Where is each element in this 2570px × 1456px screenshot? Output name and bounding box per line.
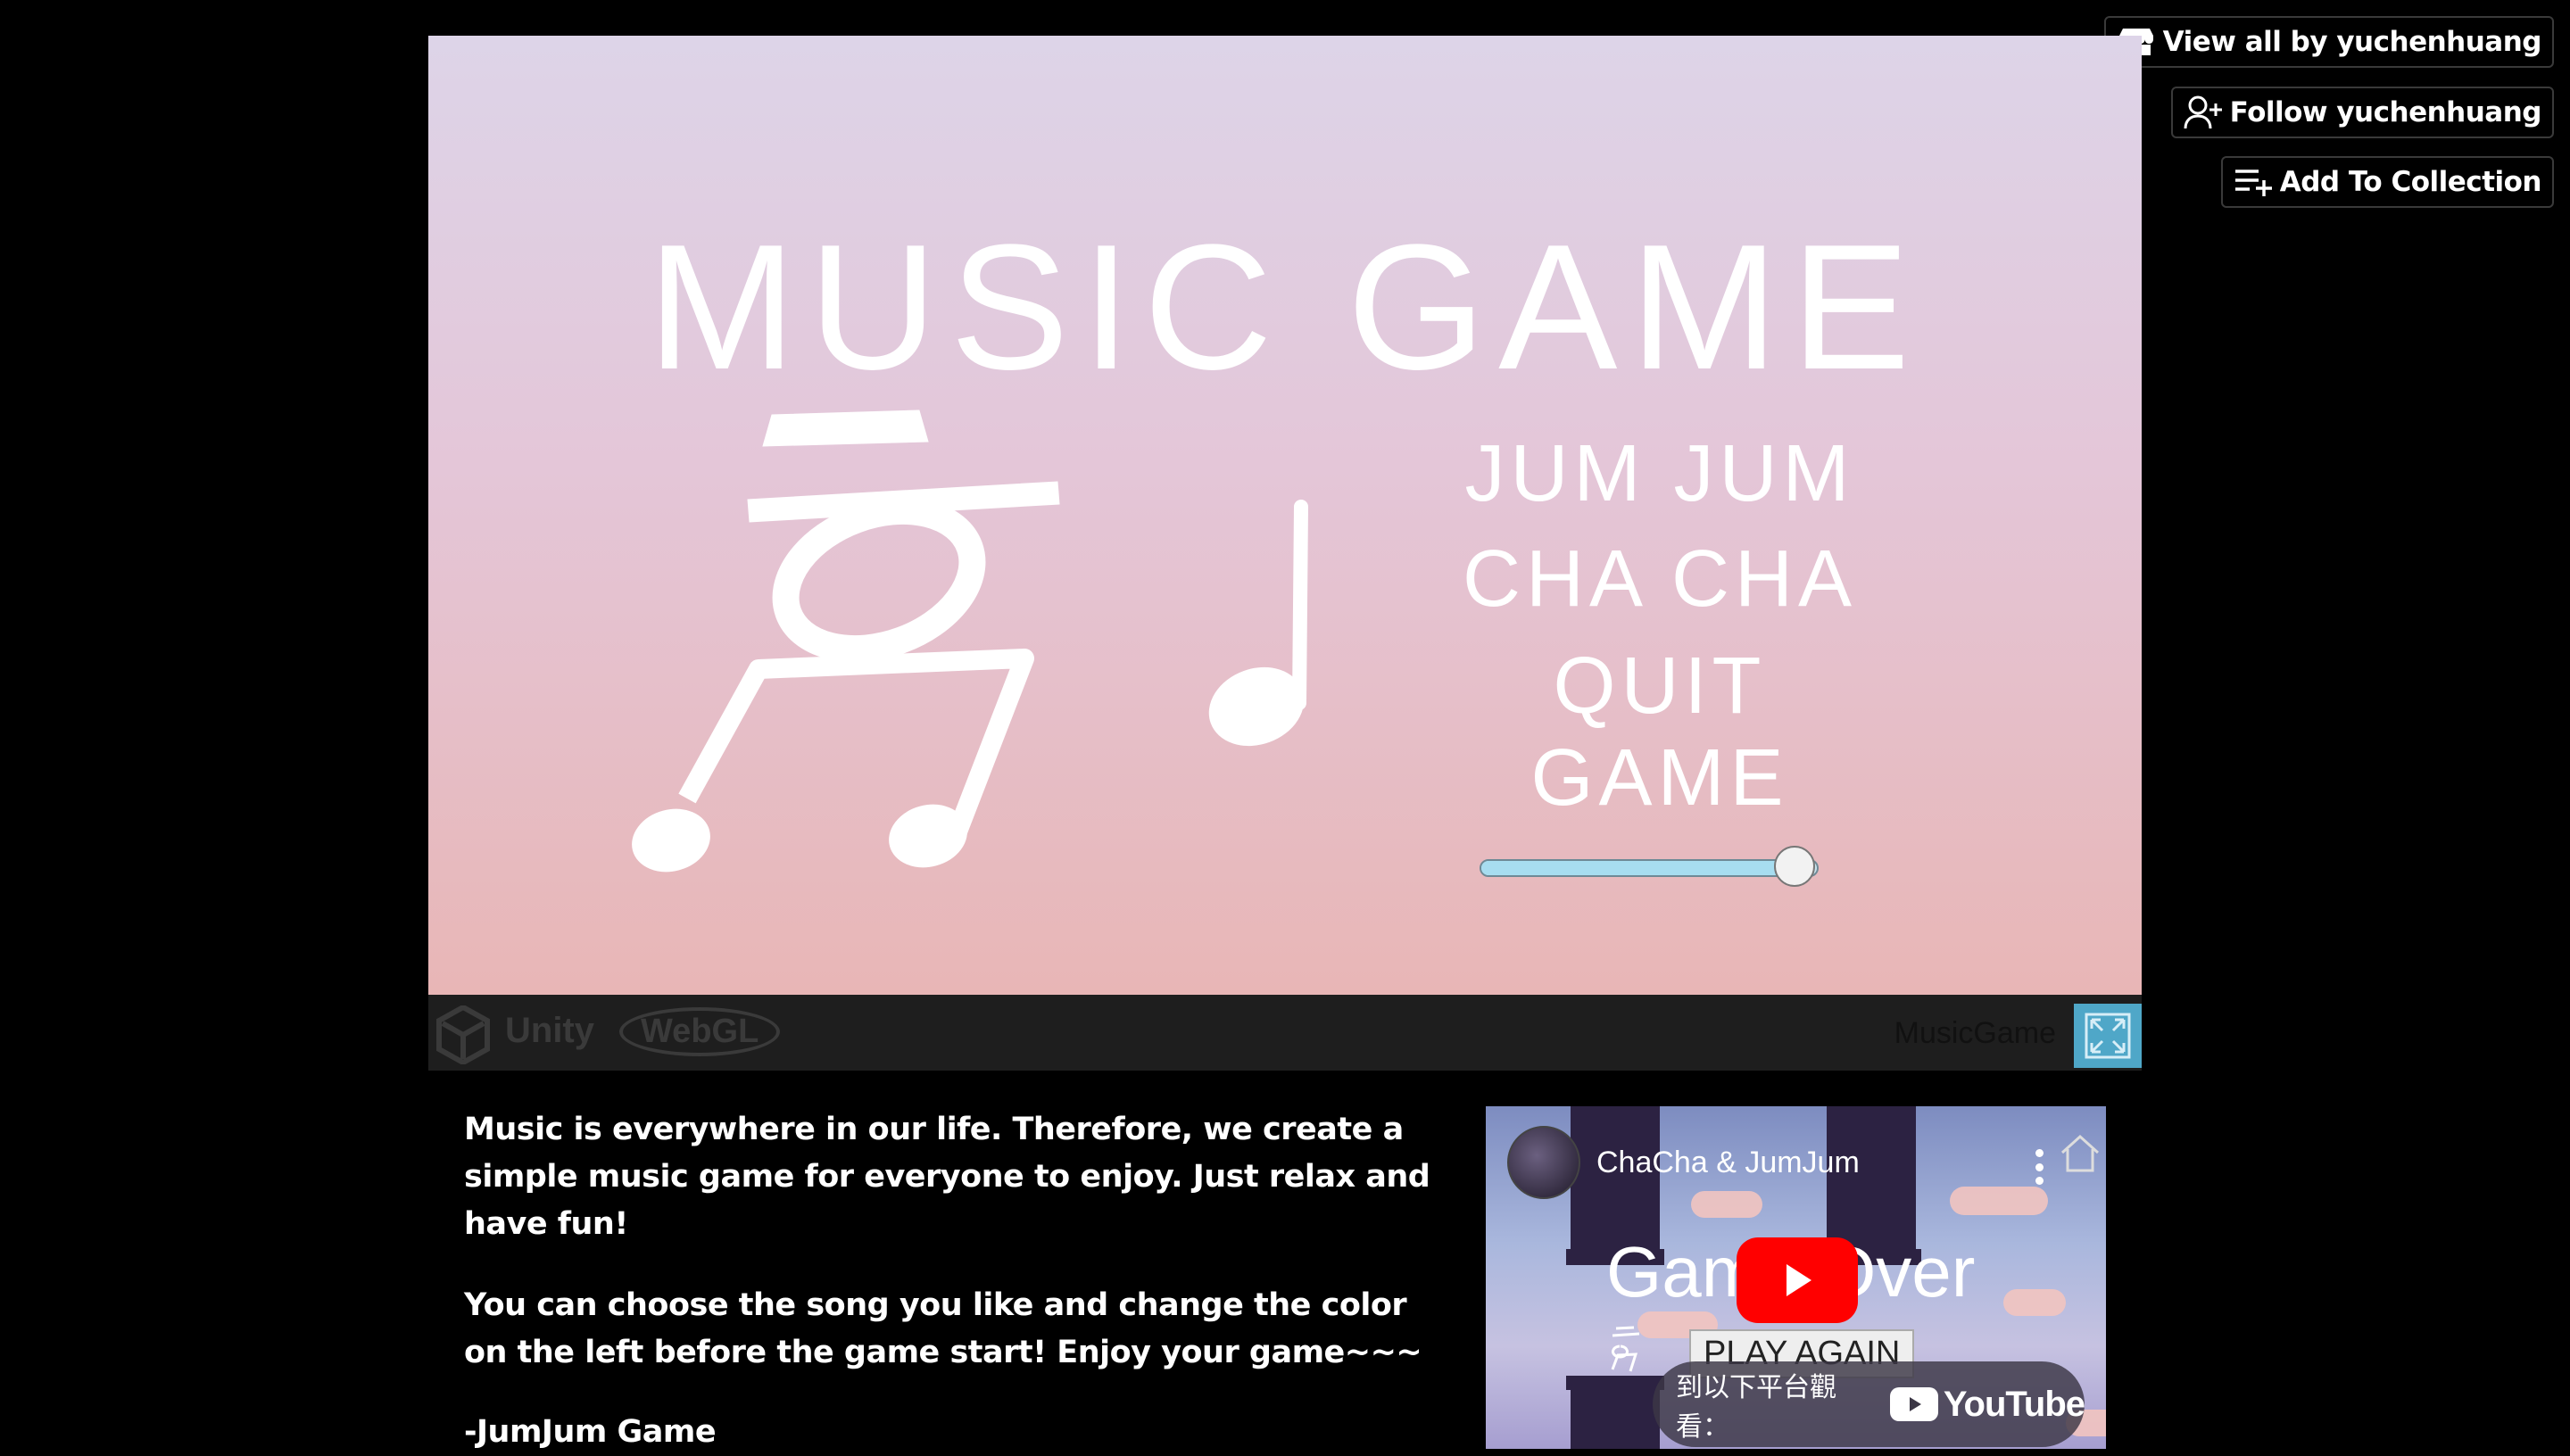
volume-slider-handle[interactable] [1774, 846, 1816, 887]
more-options-icon[interactable] [2035, 1149, 2044, 1185]
description-signature: -JumJum Game [464, 1414, 717, 1450]
video-title[interactable]: ChaCha & JumJum [1596, 1146, 1860, 1180]
webgl-logo: WebGL [619, 1007, 781, 1056]
description-paragraph-2: You can choose the song you like and cha… [464, 1287, 1422, 1370]
view-all-label: View all by yuchenhuang [2162, 26, 2542, 58]
unity-logo-icon [436, 1005, 490, 1064]
follow-label: Follow yuchenhuang [2229, 96, 2542, 128]
youtube-brand-text: YouTube [1943, 1384, 2085, 1424]
volume-slider[interactable] [1480, 843, 1819, 893]
music-note-icon [1208, 500, 1308, 747]
fullscreen-icon [2085, 1013, 2131, 1059]
add-to-collection-label: Add To Collection [2279, 166, 2542, 198]
youtube-embed[interactable]: ChaCha & JumJum Game Over PLAY AGAIN 到以下… [1486, 1106, 2106, 1449]
menu-item-quit-game[interactable]: QUIT GAME [1428, 641, 1892, 824]
video-play-button[interactable] [1737, 1237, 1858, 1323]
follow-button[interactable]: Follow yuchenhuang [2170, 87, 2554, 138]
watch-on-youtube-button[interactable]: 到以下平台觀看： YouTube [1653, 1361, 2085, 1447]
youtube-logo: YouTube [1889, 1384, 2085, 1425]
user-plus-icon [2184, 93, 2223, 132]
playlist-add-icon [2234, 162, 2273, 202]
youtube-play-icon [1889, 1387, 1938, 1421]
menu-item-jum-jum[interactable]: JUM JUM [1428, 428, 1892, 520]
unity-engine-label: Unity [505, 1011, 594, 1050]
video-cloud [2003, 1289, 2066, 1316]
video-character-icon [1611, 1326, 1640, 1372]
home-icon [2060, 1134, 2100, 1172]
fullscreen-button[interactable] [2074, 1004, 2142, 1068]
menu-item-cha-cha[interactable]: CHA CHA [1428, 534, 1892, 625]
volume-slider-fill [1481, 861, 1794, 875]
character-icon [632, 410, 1060, 873]
video-cloud [1950, 1187, 2048, 1215]
footer-game-name: MusicGame [1894, 1016, 2056, 1050]
play-icon [1787, 1264, 1811, 1296]
watch-on-label: 到以下平台觀看： [1676, 1372, 1836, 1443]
video-pipe-cap-bottom [1566, 1376, 1664, 1390]
video-pipe-bottom-left [1571, 1381, 1660, 1449]
add-to-collection-button[interactable]: Add To Collection [2220, 156, 2554, 208]
view-all-button[interactable]: View all by yuchenhuang [2103, 16, 2554, 68]
player-footer-bar: Unity WebGL MusicGame [428, 995, 2142, 1071]
game-canvas[interactable]: MUSIC GAME JUM JUM CHA CHA QUIT GAME [428, 36, 2142, 995]
description-paragraph-1: Music is everywhere in our life. Therefo… [464, 1112, 1430, 1242]
video-cloud [1691, 1191, 1762, 1218]
channel-avatar[interactable] [1507, 1126, 1580, 1199]
